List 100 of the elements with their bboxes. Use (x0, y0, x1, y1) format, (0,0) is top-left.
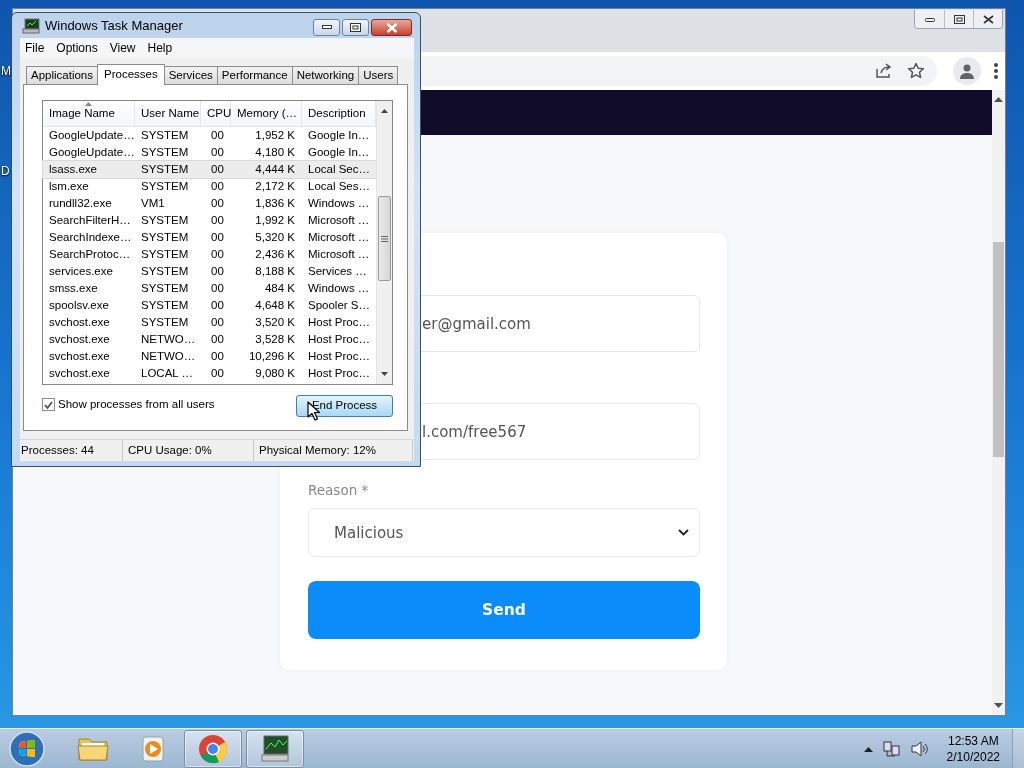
taskbar-button[interactable] (246, 729, 304, 768)
table-cell-text: Host Proc… (307, 315, 371, 330)
table-cell-text: NETWO… (140, 332, 197, 347)
tab[interactable]: Applications (26, 66, 98, 84)
close-button[interactable] (371, 19, 412, 36)
maximize-button[interactable] (944, 10, 973, 28)
tab[interactable]: Processes (97, 64, 165, 85)
table-cell-text: 9,080 K (254, 366, 296, 381)
table-cell-text: Local Ses… (307, 179, 371, 194)
minimize-button[interactable] (915, 10, 944, 28)
table-cell-text: 00 (210, 349, 225, 364)
minimize-icon (924, 16, 935, 22)
show-hidden-icon[interactable] (863, 745, 873, 752)
process-row[interactable]: smss.exe SYSTEM 00 484 K Windows … (43, 280, 376, 297)
table-cell-text: 00 (210, 281, 225, 296)
close-button[interactable] (973, 10, 1002, 28)
clock[interactable]: 12:53 AM 2/10/2022 (946, 732, 1000, 765)
table-cell-text: Windows … (307, 196, 371, 211)
table-cell-text: 00 (210, 366, 225, 381)
table-cell-text: SYSTEM (140, 315, 190, 330)
profile-button[interactable] (953, 57, 981, 85)
share-icon[interactable] (875, 63, 893, 79)
tab[interactable]: Networking (291, 66, 360, 84)
table-cell-text: 00 (210, 128, 225, 143)
table-cell-text: Host Proc… (307, 332, 371, 347)
scroll-down-icon[interactable] (994, 703, 1003, 709)
volume-icon[interactable] (910, 740, 929, 757)
table-cell-text: 00 (210, 179, 225, 194)
column-header[interactable]: Memory (… (231, 101, 302, 126)
table-cell-text: 10,296 K (247, 349, 296, 364)
process-row[interactable]: SearchFilterH… SYSTEM 00 1,992 K Microsoft … (43, 212, 376, 229)
table-cell-text: 3,528 K (254, 332, 296, 347)
table-cell-text: 00 (210, 264, 225, 279)
table-cell-text: services.exe (48, 264, 114, 279)
menu-icon[interactable] (993, 62, 999, 80)
table-cell-text: SearchProtoc… (48, 247, 132, 262)
menu-item[interactable]: Help (142, 39, 180, 57)
column-header[interactable]: Image Name (43, 101, 135, 126)
process-row[interactable]: SearchProtoc… SYSTEM 00 2,436 K Microsoft … (43, 246, 376, 263)
table-cell-text: SYSTEM (140, 145, 190, 160)
table-cell-text: lsm.exe (48, 179, 90, 194)
maximize-button[interactable] (342, 19, 369, 36)
scrollbar[interactable] (376, 101, 392, 384)
process-row[interactable]: svchost.exe LOCAL … 00 9,080 K Host Proc… (43, 365, 376, 382)
table-cell-text: VM1 (140, 196, 166, 211)
tab[interactable]: Users (358, 66, 399, 84)
minimize-button[interactable] (313, 19, 340, 36)
table-cell-text: Google In… (307, 145, 371, 160)
end-process-button[interactable]: End Process (296, 395, 393, 417)
scroll-down-icon[interactable] (381, 372, 388, 376)
table-cell-text: 00 (210, 230, 225, 245)
table-cell-text: Host Proc… (307, 366, 371, 381)
scrollbar-thumb[interactable] (993, 242, 1004, 457)
process-row[interactable]: SearchIndexe… SYSTEM 00 5,320 K Microsoft … (43, 229, 376, 246)
table-cell-text: Local Sec… (307, 162, 371, 177)
process-row[interactable]: services.exe SYSTEM 00 8,188 K Services … (43, 263, 376, 280)
menu-item[interactable]: File (20, 39, 52, 57)
close-icon (982, 14, 994, 24)
reason-select[interactable]: Malicious (308, 508, 700, 558)
taskbar-button[interactable] (184, 729, 242, 768)
process-row[interactable]: GoogleUpdate… SYSTEM 00 1,952 K Google In… (43, 127, 376, 144)
menu-item[interactable]: View (104, 39, 143, 57)
tab[interactable]: Performance (216, 66, 293, 84)
column-header[interactable]: User Name (135, 101, 201, 126)
process-row[interactable]: lsass.exe SYSTEM 00 4,444 K Local Sec… (43, 161, 376, 178)
table-cell-text: 2,436 K (254, 247, 296, 262)
desktop-icon-label[interactable]: M (1, 62, 11, 80)
start-button[interactable] (8, 729, 46, 768)
table-cell-text: 00 (210, 332, 225, 347)
table-cell-text: LOCAL … (140, 366, 194, 381)
table-cell-text: 00 (210, 213, 225, 228)
checkbox[interactable] (42, 398, 55, 411)
scroll-up-icon[interactable] (994, 96, 1003, 102)
table-cell-text: Spooler S… (307, 298, 371, 313)
restore-icon (953, 14, 965, 24)
table-cell-text: 1,952 K (254, 128, 296, 143)
network-icon[interactable] (882, 739, 901, 758)
process-row[interactable]: GoogleUpdate… SYSTEM 00 4,180 K Google In… (43, 144, 376, 161)
scrollbar[interactable] (992, 90, 1005, 715)
table-cell-text: 1,992 K (254, 213, 296, 228)
scroll-up-icon[interactable] (381, 109, 388, 113)
table-cell-text: SYSTEM (140, 298, 190, 313)
scrollbar-thumb[interactable] (378, 196, 391, 281)
table-cell-text: NETWO… (140, 349, 197, 364)
table-cell-text: 8,188 K (254, 264, 296, 279)
table-cell-text: 00 (210, 196, 225, 211)
table-cell-text: Microsoft … (307, 247, 371, 262)
star-icon[interactable] (907, 62, 925, 80)
person-icon (959, 63, 975, 79)
restore-icon (350, 23, 361, 32)
desktop-icon-label[interactable]: D (1, 162, 10, 180)
status-text: Processes: 44 (20, 440, 123, 461)
menu-item[interactable]: Options (51, 39, 105, 57)
column-header[interactable]: CPU (201, 101, 231, 126)
process-row[interactable]: lsm.exe SYSTEM 00 2,172 K Local Ses… (43, 178, 376, 195)
table-cell-text: svchost.exe (48, 315, 111, 330)
table-cell-text: SYSTEM (140, 281, 190, 296)
process-row[interactable]: rundll32.exe VM1 00 1,836 K Windows … (43, 195, 376, 212)
tab[interactable]: Services (163, 66, 218, 84)
table-cell-text: 00 (210, 247, 225, 262)
